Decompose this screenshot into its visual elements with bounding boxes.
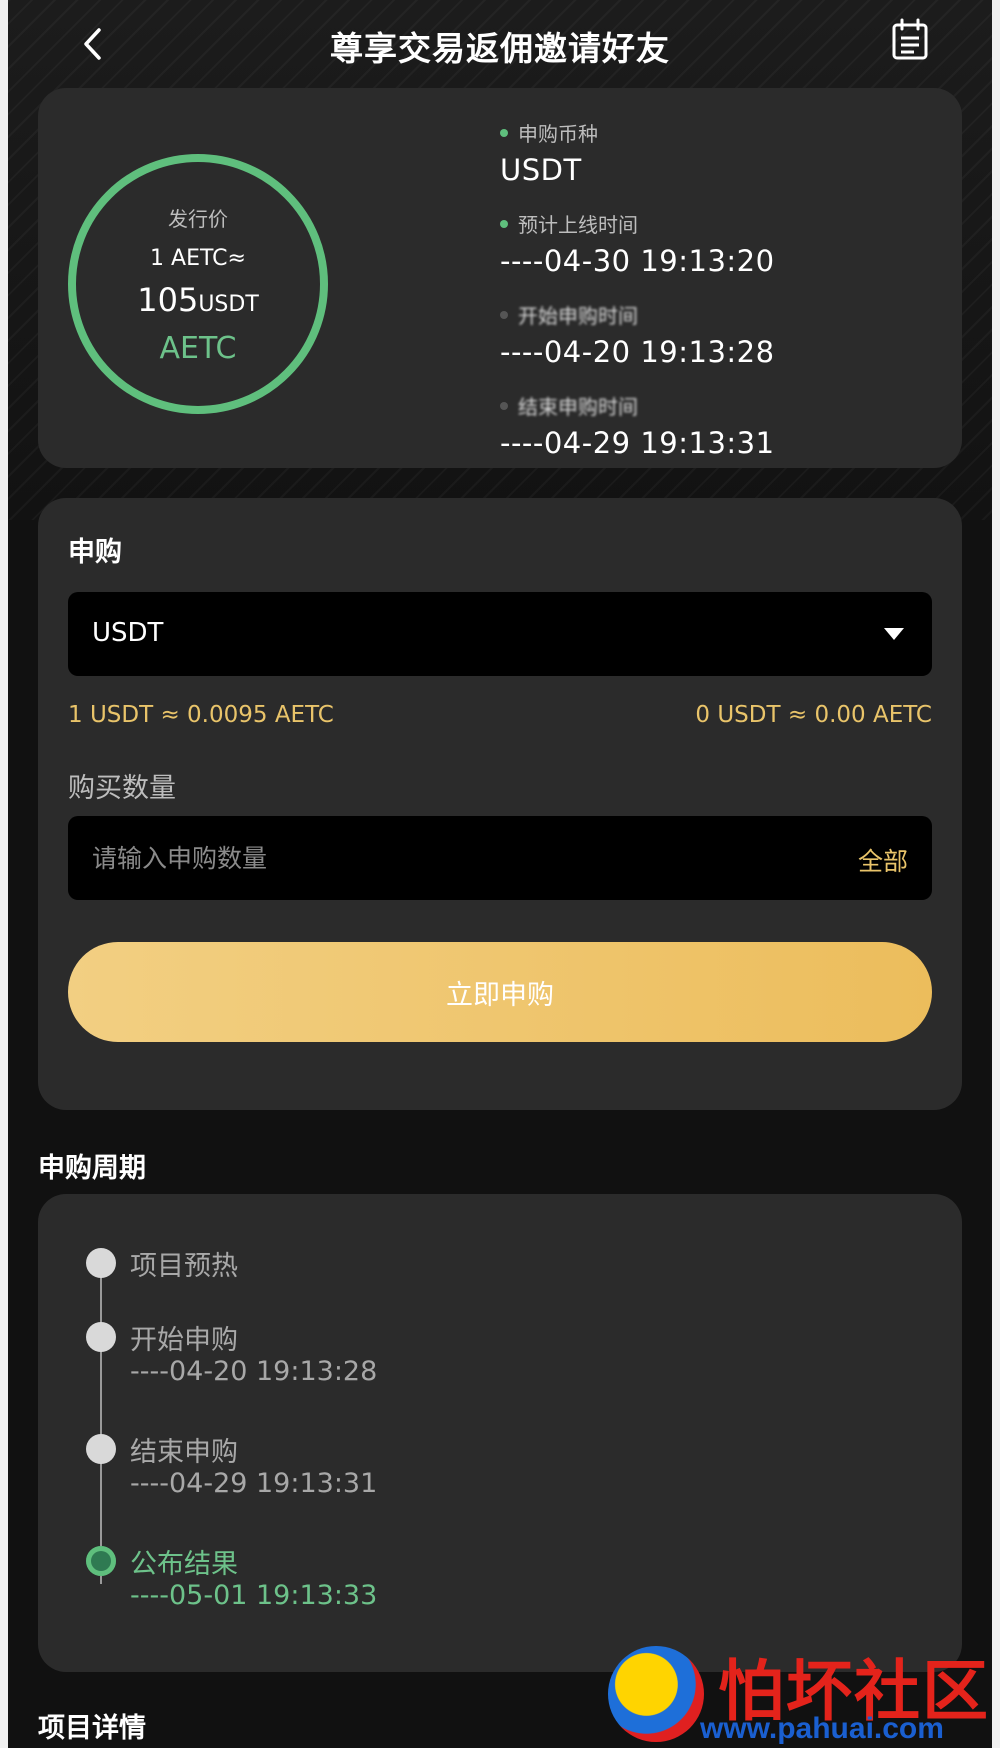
- watermark-logo-icon: [608, 1646, 704, 1742]
- info-value: USDT: [500, 153, 582, 187]
- step-dot-icon: [86, 1248, 116, 1278]
- subscribe-title: 申购: [68, 537, 122, 568]
- issue-price-value: 105USDT: [137, 281, 259, 319]
- info-value: ----04-30 19:13:20: [500, 244, 775, 278]
- info-value: ----04-20 19:13:28: [500, 335, 775, 369]
- watermark-url: www.pahuai.com: [700, 1712, 944, 1745]
- issue-price-rate: 1 AETC≈: [150, 245, 246, 271]
- status-dot-icon: [500, 219, 508, 228]
- project-details-title: 项目详情: [38, 1713, 146, 1744]
- cycle-card: 项目预热 开始申购 ----04-20 19:13:28 结束申购 ----04…: [38, 1194, 962, 1672]
- info-item-currency: 申购币种 USDT: [500, 118, 940, 187]
- calendar-icon: [892, 18, 928, 60]
- info-label: 申购币种: [518, 122, 598, 146]
- info-label: 预计上线时间: [518, 213, 638, 237]
- currency-select[interactable]: USDT: [68, 592, 932, 676]
- calendar-button[interactable]: [890, 18, 934, 62]
- step-name: 结束申购: [130, 1437, 238, 1468]
- step-name: 项目预热: [130, 1251, 238, 1282]
- subscribe-now-label: 立即申购: [446, 979, 554, 1011]
- step-dot-icon: [86, 1434, 116, 1464]
- step-dot-active-icon: [86, 1546, 116, 1576]
- issue-info-card: 发行价 1 AETC≈ 105USDT AETC 申购币种 USDT 预计上线时…: [38, 88, 962, 468]
- step-name: 开始申购: [130, 1325, 238, 1356]
- quantity-label: 购买数量: [68, 773, 176, 804]
- info-item-listing-time: 预计上线时间 ----04-30 19:13:20: [500, 209, 940, 278]
- quantity-field: 全部: [68, 816, 932, 900]
- issue-price-number: 105: [137, 280, 199, 319]
- issue-coin-symbol: AETC: [159, 330, 237, 366]
- info-label: 开始申购时间: [518, 304, 638, 328]
- status-dot-icon: [500, 310, 508, 319]
- watermark: 怕坏社区 www.pahuai.com: [600, 1638, 1000, 1748]
- info-item-start-time: 开始申购时间 ----04-20 19:13:28: [500, 300, 940, 369]
- caret-down-icon: [884, 628, 904, 640]
- status-dot-icon: [500, 128, 508, 137]
- issue-info-list: 申购币种 USDT 预计上线时间 ----04-30 19:13:20 开始申购…: [500, 118, 940, 482]
- currency-selected-value: USDT: [92, 618, 164, 648]
- info-label: 结束申购时间: [518, 395, 638, 419]
- cycle-title: 申购周期: [38, 1153, 146, 1184]
- page-title: 尊享交易返佣邀请好友: [330, 29, 670, 68]
- all-button[interactable]: 全部: [858, 842, 908, 878]
- issue-price-ring: 发行价 1 AETC≈ 105USDT AETC: [68, 154, 328, 414]
- subscribe-now-button[interactable]: 立即申购: [68, 942, 932, 1042]
- step-time: ----04-20 19:13:28: [130, 1356, 378, 1387]
- step-dot-icon: [86, 1322, 116, 1352]
- info-value: ----04-29 19:13:31: [500, 426, 775, 460]
- step-time: ----05-01 19:13:33: [130, 1580, 378, 1611]
- status-dot-icon: [500, 401, 508, 410]
- quantity-input[interactable]: [92, 836, 772, 880]
- step-time: ----04-29 19:13:31: [130, 1468, 378, 1499]
- estimated-amount: 0 USDT ≈ 0.00 AETC: [695, 702, 932, 728]
- issue-price-label: 发行价: [168, 206, 228, 231]
- info-item-end-time: 结束申购时间 ----04-29 19:13:31: [500, 391, 940, 460]
- timeline-line: [100, 1264, 102, 1584]
- top-bar: 尊享交易返佣邀请好友: [8, 0, 992, 90]
- issue-price-unit: USDT: [198, 291, 259, 317]
- app-screen: 尊享交易返佣邀请好友 发行价 1 AETC≈ 105USDT AETC 申购币种…: [8, 0, 992, 1748]
- step-name: 公布结果: [130, 1549, 238, 1580]
- exchange-rate: 1 USDT ≈ 0.0095 AETC: [68, 702, 334, 728]
- subscribe-card: 申购 USDT 1 USDT ≈ 0.0095 AETC 0 USDT ≈ 0.…: [38, 498, 962, 1110]
